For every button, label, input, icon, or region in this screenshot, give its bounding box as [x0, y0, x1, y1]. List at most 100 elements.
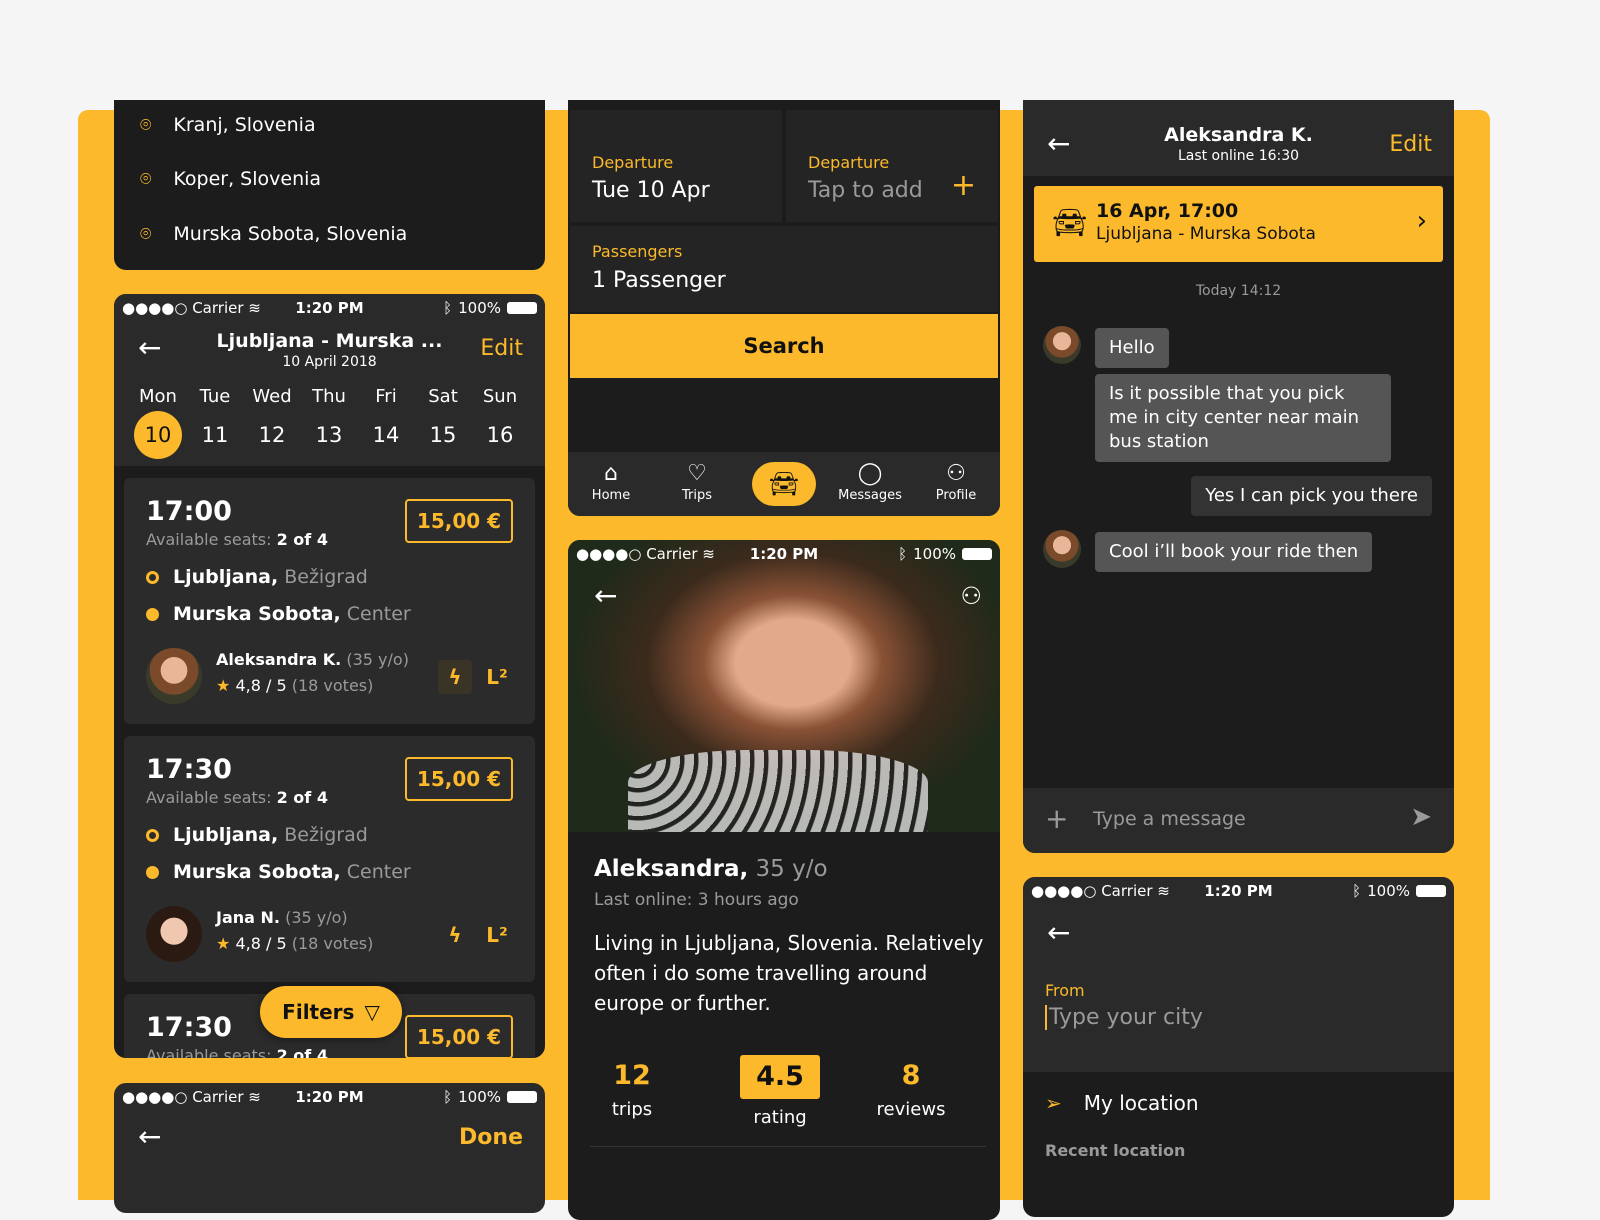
weekday-label: Fri	[375, 386, 397, 407]
origin-city: Ljubljana,	[173, 566, 279, 588]
star-icon: ★	[216, 676, 231, 695]
driver-age: (35 y/o)	[346, 650, 409, 669]
seats-value: 2 of 4	[276, 530, 328, 549]
profile-bio: Living in Ljubljana, Slovenia. Relativel…	[594, 931, 984, 1015]
back-arrow-icon[interactable]: ←	[1047, 919, 1070, 947]
stat-trips: 12 trips	[592, 1060, 672, 1120]
back-arrow-icon[interactable]: ←	[138, 1123, 161, 1151]
wifi-icon: ≋	[248, 1088, 261, 1106]
battery-icon	[962, 548, 992, 560]
battery-level: 100%	[458, 1088, 501, 1106]
battery-icon	[1416, 885, 1446, 897]
destination-city: Murska Sobota,	[173, 603, 341, 625]
my-location-item[interactable]: ➢ My location	[1045, 1091, 1199, 1115]
weekday-label: Sat	[428, 386, 458, 407]
vote-count: (18 votes)	[291, 676, 374, 695]
carrier: ●●●●○ Carrier	[122, 299, 244, 317]
date-button[interactable]: 11	[191, 411, 239, 459]
tab-home[interactable]: ⌂ Home	[571, 460, 651, 503]
date-button[interactable]: 13	[305, 411, 353, 459]
message-outgoing: Yes I can pick you there	[1191, 476, 1432, 516]
city-input[interactable]: Type your city	[1045, 1005, 1203, 1030]
edit-button[interactable]: Edit	[480, 336, 523, 361]
passengers-label: Passengers	[592, 242, 683, 261]
tab-messages[interactable]: ◯ Messages	[830, 460, 910, 503]
weekday-label: Sun	[482, 386, 518, 407]
back-arrow-icon[interactable]: ←	[594, 582, 617, 610]
date-button[interactable]: 14	[362, 411, 410, 459]
max-two-back-icon: L²	[486, 665, 508, 689]
destination-area: Center	[346, 603, 411, 625]
home-icon: ⌂	[604, 461, 618, 486]
city-search-header: ●●●●○ Carrier ≋ 1:20 PM ᛒ 100% ← From Type …	[1023, 877, 1454, 1072]
tab-bar: ⌂ Home ♡ Trips 🚘︎ ◯ Messages ⚇ Profile	[568, 452, 1000, 516]
seats-value: 2 of 4	[276, 1046, 328, 1058]
date-button[interactable]: 12	[248, 411, 296, 459]
available-seats: Available seats: 2 of 4	[146, 788, 328, 807]
clock: 1:20 PM	[749, 545, 819, 563]
add-icon[interactable]: +	[951, 168, 976, 203]
location-label: Koper, Slovenia	[173, 168, 322, 190]
destination-dot-icon	[146, 865, 159, 879]
plus-icon[interactable]: +	[1045, 802, 1068, 835]
destination-city: Murska Sobota,	[173, 861, 341, 883]
vote-count: (18 votes)	[291, 934, 374, 953]
date-button[interactable]: 16	[476, 411, 524, 459]
tab-search-ride[interactable]: 🚘︎	[752, 462, 816, 506]
weekday-label: Thu	[312, 386, 346, 407]
tab-label: Trips	[681, 488, 712, 503]
ride-card[interactable]: 17:00 Available seats: 2 of 4 15,00 € Lj…	[124, 478, 535, 724]
location-item[interactable]: ⌾ Murska Sobota, Slovenia	[140, 223, 407, 245]
tab-trips[interactable]: ♡ Trips	[657, 460, 737, 503]
search-button[interactable]: Search	[570, 314, 998, 378]
seats-value: 2 of 4	[276, 788, 328, 807]
wifi-icon: ≋	[702, 545, 715, 563]
pin-icon: ♡	[687, 461, 707, 486]
departure-label: Departure	[592, 153, 674, 172]
filters-label: Filters	[282, 1000, 355, 1024]
search-screen: Departure Tue 10 Apr Departure Tap to ad…	[568, 100, 1000, 516]
chat-header: ← Aleksandra K. Last online 16:30 Edit	[1023, 100, 1454, 176]
driver-rating: 4,8 / 5	[235, 676, 287, 695]
ride-time: 17:30	[146, 1012, 232, 1043]
ride-card[interactable]: 17:30 Available seats: 2 of 4 15,00 € Lj…	[124, 736, 535, 982]
origin-dot-icon	[146, 828, 159, 842]
chat-screen: ← Aleksandra K. Last online 16:30 Edit 🚘…	[1023, 100, 1454, 853]
message-incoming: Hello	[1095, 328, 1169, 368]
edit-button[interactable]: Edit	[1389, 132, 1432, 157]
bluetooth-icon: ᛒ	[898, 545, 908, 563]
tab-profile[interactable]: ⚇ Profile	[916, 460, 996, 503]
instant-booking-icon: ϟ	[438, 660, 472, 694]
instant-booking-icon: ϟ	[448, 923, 462, 947]
send-icon[interactable]: ➤	[1410, 802, 1432, 832]
user-icon[interactable]: ⚇	[960, 582, 982, 610]
passengers-field[interactable]: Passengers 1 Passenger	[570, 226, 998, 312]
passengers-value: 1 Passenger	[592, 268, 726, 293]
driver-avatar	[146, 648, 202, 704]
location-item[interactable]: ⌾ Koper, Slovenia	[140, 168, 321, 190]
carrier: ●●●●○ Carrier	[1031, 882, 1153, 900]
return-field[interactable]: Departure Tap to add +	[786, 110, 998, 222]
date-button[interactable]: 15	[419, 411, 467, 459]
location-label: Murska Sobota, Slovenia	[173, 223, 408, 245]
tab-label: Messages	[838, 488, 902, 503]
status-bar: ●●●●○ Carrier ≋ 1:20 PM ᛒ 100%	[568, 540, 1000, 568]
profile-name: Aleksandra,	[594, 856, 749, 882]
stat-label: trips	[611, 1099, 653, 1120]
max-two-back-icon: L²	[486, 923, 508, 947]
filters-button[interactable]: Filters ▽	[260, 986, 402, 1038]
stat-reviews: 8 reviews	[871, 1060, 951, 1120]
stat-rating: 4.5 rating	[740, 1055, 820, 1128]
location-item[interactable]: ⌾ Kranj, Slovenia	[140, 114, 316, 136]
departure-field[interactable]: Departure Tue 10 Apr	[570, 110, 782, 222]
driver-profile-screen: ●●●●○ Carrier ≋ 1:20 PM ᛒ 100% ← ⚇ Aleksand…	[568, 540, 1000, 1220]
done-button[interactable]: Done	[459, 1125, 523, 1150]
ride-banner[interactable]: 🚘︎ 16 Apr, 17:00 Ljubljana - Murska Sobo…	[1034, 186, 1443, 262]
results-header: ●●●●○ Carrier ≋ 1:20 PM ᛒ 100% ← Ljubljana …	[114, 294, 545, 466]
destination-area: Center	[346, 861, 411, 883]
recent-location-heading: Recent location	[1045, 1141, 1186, 1160]
profile-age: 35 y/o	[755, 856, 828, 882]
ride-route: Ljubljana - Murska Sobota	[1096, 224, 1316, 244]
message-input[interactable]: Type a message	[1093, 808, 1246, 830]
date-button[interactable]: 10	[134, 411, 182, 459]
